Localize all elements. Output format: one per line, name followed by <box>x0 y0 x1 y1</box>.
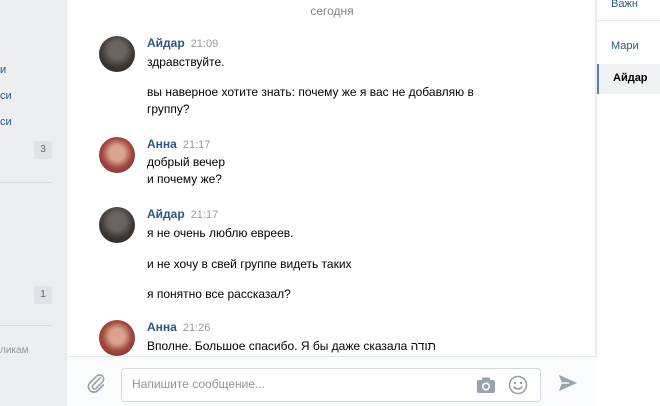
avatar[interactable] <box>99 320 135 356</box>
message-input[interactable] <box>132 377 452 391</box>
conversations-panel: Важн Мари Айдар <box>597 0 660 406</box>
folder-important[interactable]: Важн <box>611 0 638 10</box>
paperclip-icon[interactable] <box>85 372 107 394</box>
emoji-icon[interactable] <box>508 375 528 395</box>
message-text: группу? <box>147 102 190 116</box>
message-time[interactable]: 21:09 <box>191 38 219 50</box>
message-text: Вполне. Большое спасибо. Я бы даже сказа… <box>147 339 436 353</box>
nav-item-2[interactable]: си <box>0 90 12 106</box>
message-text: я понятно все рассказал? <box>147 287 291 301</box>
message-time[interactable]: 21:17 <box>183 139 211 151</box>
nav-badge-count: 3 <box>34 141 52 159</box>
nav-divider <box>0 325 52 326</box>
conversation-item[interactable]: Мари <box>611 40 639 52</box>
message: Айдар 21:09 здравствуйте. вы наверное хот… <box>99 36 569 118</box>
conversation-item-active[interactable]: Айдар <box>597 64 660 94</box>
message-text: и не хочу в свей группе видеть таких <box>147 257 352 271</box>
message-text: вы наверное хотите знать: почему же я ва… <box>147 85 474 99</box>
nav-item-3[interactable]: си <box>0 116 12 132</box>
avatar[interactable] <box>99 137 135 173</box>
camera-icon[interactable] <box>476 376 496 394</box>
message-header: Анна 21:26 <box>147 320 210 334</box>
message-text: я не очень люблю евреев. <box>147 226 294 240</box>
message: Анна 21:17 добрый вечер и почему же? <box>99 137 569 189</box>
date-separator: сегодня <box>310 4 354 18</box>
chat-panel: сегодня Айдар 21:09 здравствуйте. вы наве… <box>66 0 597 406</box>
message: Анна 21:26 Вполне. Большое спасибо. Я бы … <box>99 320 569 356</box>
message-header: Айдар 21:17 <box>147 207 218 221</box>
author-name[interactable]: Анна <box>147 137 177 151</box>
message-input-box[interactable] <box>121 368 541 402</box>
message-composer <box>67 356 597 406</box>
author-name[interactable]: Айдар <box>147 207 185 221</box>
send-icon[interactable] <box>557 373 579 393</box>
author-name[interactable]: Айдар <box>147 36 185 50</box>
nav-item-1[interactable]: и <box>0 64 6 80</box>
nav-footer-link[interactable]: ликам <box>0 345 28 356</box>
nav-divider <box>0 182 52 183</box>
avatar[interactable] <box>99 36 135 72</box>
message-time[interactable]: 21:26 <box>183 322 211 334</box>
message-header: Анна 21:17 <box>147 137 210 151</box>
message: Айдар 21:17 я не очень люблю евреев. и не… <box>99 207 569 307</box>
conversation-name: Айдар <box>613 72 648 84</box>
nav-badge-count: 1 <box>34 286 52 304</box>
message-time[interactable]: 21:17 <box>191 209 219 221</box>
left-nav: и си си 3 1 ликам <box>0 0 66 406</box>
avatar[interactable] <box>99 207 135 243</box>
message-text: здравствуйте. <box>147 55 225 69</box>
message-header: Айдар 21:09 <box>147 36 218 50</box>
message-text: и почему же? <box>147 172 222 186</box>
author-name[interactable]: Анна <box>147 320 177 334</box>
message-text: добрый вечер <box>147 155 225 169</box>
panel-divider <box>597 20 660 21</box>
